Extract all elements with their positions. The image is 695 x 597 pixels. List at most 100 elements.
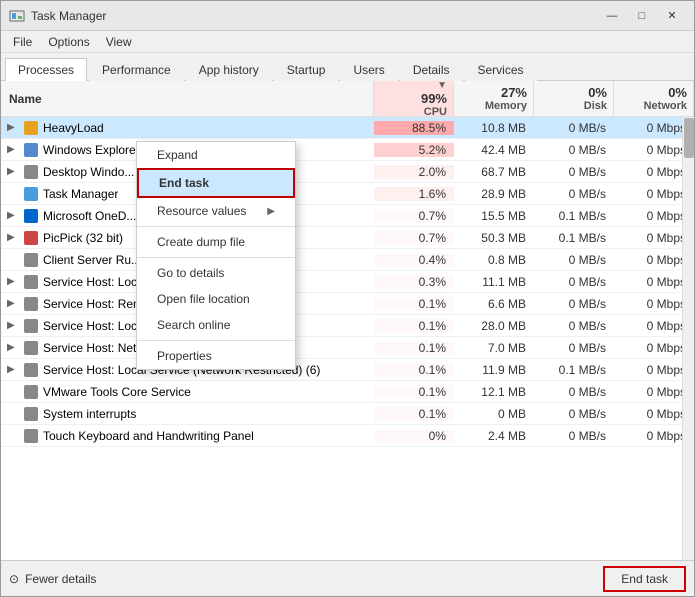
network-pct: 0% — [668, 85, 687, 100]
cpu-value: 0.7% — [374, 209, 454, 223]
table-row[interactable]: ▶ Service Host: Local Service (Network R… — [1, 359, 694, 381]
process-icon — [23, 252, 39, 268]
table-row[interactable]: Client Server Ru... 0.4% 0.8 MB 0 MB/s 0… — [1, 249, 694, 271]
cpu-value: 0.7% — [374, 231, 454, 245]
minimize-button[interactable]: — — [598, 5, 626, 27]
process-name: PicPick (32 bit) — [43, 231, 123, 245]
table-row[interactable]: ▶ Service Host: Remote Procedure Call (2… — [1, 293, 694, 315]
expand-arrow-icon: ▶ — [7, 232, 19, 243]
ctx-create-dump[interactable]: Create dump file — [137, 229, 295, 255]
menu-options[interactable]: Options — [40, 33, 97, 51]
window-controls: — □ ✕ — [598, 5, 686, 27]
ctx-end-task[interactable]: End task — [137, 168, 295, 198]
tab-processes[interactable]: Processes — [5, 58, 87, 81]
row-name: ▶ HeavyLoad — [1, 120, 374, 136]
disk-value: 0 MB/s — [534, 253, 614, 267]
cpu-value: 2.0% — [374, 165, 454, 179]
title-bar: Task Manager — □ ✕ — [1, 1, 694, 31]
table-row[interactable]: ▶ Microsoft OneD... 0.7% 15.5 MB 0.1 MB/… — [1, 205, 694, 227]
table-row[interactable]: ▶ Service Host: Local System (18) 0.1% 2… — [1, 315, 694, 337]
memory-value: 7.0 MB — [454, 341, 534, 355]
row-name: Touch Keyboard and Handwriting Panel — [1, 428, 374, 444]
scrollbar[interactable] — [682, 117, 694, 560]
col-network-header: 0% Network — [614, 81, 694, 116]
status-bar: ⊙ Fewer details End task — [1, 560, 694, 596]
ctx-open-file-location[interactable]: Open file location — [137, 286, 295, 312]
tab-users[interactable]: Users — [340, 58, 397, 81]
col-disk-header: 0% Disk — [534, 81, 614, 116]
cpu-value: 0.1% — [374, 385, 454, 399]
cpu-value: 0.1% — [374, 363, 454, 377]
cpu-value: 88.5% — [374, 121, 454, 135]
table-row[interactable]: ▶ Windows Explorer 5.2% 42.4 MB 0 MB/s 0… — [1, 139, 694, 161]
expand-arrow-icon: ▶ — [7, 364, 19, 375]
cpu-value: 0.1% — [374, 297, 454, 311]
table-body: ▶ HeavyLoad 88.5% 10.8 MB 0 MB/s 0 Mbps … — [1, 117, 694, 560]
menu-view[interactable]: View — [98, 33, 140, 51]
end-task-button[interactable]: End task — [603, 566, 686, 592]
ctx-separator-3 — [137, 340, 295, 341]
process-icon — [23, 120, 39, 136]
tab-startup[interactable]: Startup — [274, 58, 339, 81]
table-row[interactable]: System interrupts 0.1% 0 MB 0 MB/s 0 Mbp… — [1, 403, 694, 425]
tab-app-history[interactable]: App history — [186, 58, 272, 81]
ctx-expand[interactable]: Expand — [137, 142, 295, 168]
disk-value: 0 MB/s — [534, 341, 614, 355]
table-row[interactable]: VMware Tools Core Service 0.1% 12.1 MB 0… — [1, 381, 694, 403]
fewer-details-button[interactable]: ⊙ Fewer details — [9, 572, 96, 586]
process-name: VMware Tools Core Service — [43, 385, 191, 399]
col-memory-header: 27% Memory — [454, 81, 534, 116]
col-name-header[interactable]: Name — [1, 81, 374, 116]
ctx-resource-values[interactable]: Resource values ▶ — [137, 198, 295, 224]
disk-value: 0 MB/s — [534, 121, 614, 135]
cpu-value: 0.4% — [374, 253, 454, 267]
table-row[interactable]: ▶ PicPick (32 bit) 0.7% 50.3 MB 0.1 MB/s… — [1, 227, 694, 249]
disk-value: 0 MB/s — [534, 187, 614, 201]
menu-file[interactable]: File — [5, 33, 40, 51]
table-row[interactable]: Task Manager 1.6% 28.9 MB 0 MB/s 0 Mbps — [1, 183, 694, 205]
maximize-button[interactable]: □ — [628, 5, 656, 27]
memory-value: 28.9 MB — [454, 187, 534, 201]
process-name: Desktop Windo... — [43, 165, 134, 179]
table-row[interactable]: ▶ Desktop Windo... 2.0% 68.7 MB 0 MB/s 0… — [1, 161, 694, 183]
disk-value: 0 MB/s — [534, 275, 614, 289]
process-icon — [23, 230, 39, 246]
process-name: Task Manager — [43, 187, 118, 201]
expand-arrow-icon: ▶ — [7, 342, 19, 353]
process-name: Windows Explorer — [43, 143, 140, 157]
scrollbar-thumb[interactable] — [684, 118, 694, 158]
memory-value: 10.8 MB — [454, 121, 534, 135]
ctx-search-online[interactable]: Search online — [137, 312, 295, 338]
process-name: System interrupts — [43, 407, 136, 421]
table-row[interactable]: ▶ Service Host: Local Service (No Networ… — [1, 271, 694, 293]
cpu-label: CPU — [424, 106, 447, 118]
expand-arrow-icon: ▶ — [7, 320, 19, 331]
memory-value: 28.0 MB — [454, 319, 534, 333]
ctx-go-to-details[interactable]: Go to details — [137, 260, 295, 286]
tab-services[interactable]: Services — [465, 58, 537, 81]
process-icon — [23, 208, 39, 224]
process-name: HeavyLoad — [43, 121, 104, 135]
memory-label: Memory — [485, 100, 527, 112]
memory-value: 2.4 MB — [454, 429, 534, 443]
close-button[interactable]: ✕ — [658, 5, 686, 27]
tab-details[interactable]: Details — [400, 58, 463, 81]
cpu-value: 5.2% — [374, 143, 454, 157]
expand-arrow-icon: ▶ — [7, 276, 19, 287]
process-icon — [23, 340, 39, 356]
memory-value: 11.1 MB — [454, 275, 534, 289]
table-row[interactable]: Touch Keyboard and Handwriting Panel 0% … — [1, 425, 694, 447]
app-icon — [9, 8, 25, 24]
tab-performance[interactable]: Performance — [89, 58, 184, 81]
ctx-properties[interactable]: Properties — [137, 343, 295, 369]
table-row[interactable]: ▶ HeavyLoad 88.5% 10.8 MB 0 MB/s 0 Mbps — [1, 117, 694, 139]
disk-value: 0.1 MB/s — [534, 209, 614, 223]
memory-value: 42.4 MB — [454, 143, 534, 157]
cpu-value: 0.1% — [374, 341, 454, 355]
sort-arrow-cpu: ▼ — [437, 81, 447, 91]
ctx-resource-values-label: Resource values — [157, 204, 246, 218]
disk-value: 0 MB/s — [534, 429, 614, 443]
process-icon — [23, 296, 39, 312]
process-icon — [23, 142, 39, 158]
table-row[interactable]: ▶ Service Host: Network Service (5) 0.1%… — [1, 337, 694, 359]
